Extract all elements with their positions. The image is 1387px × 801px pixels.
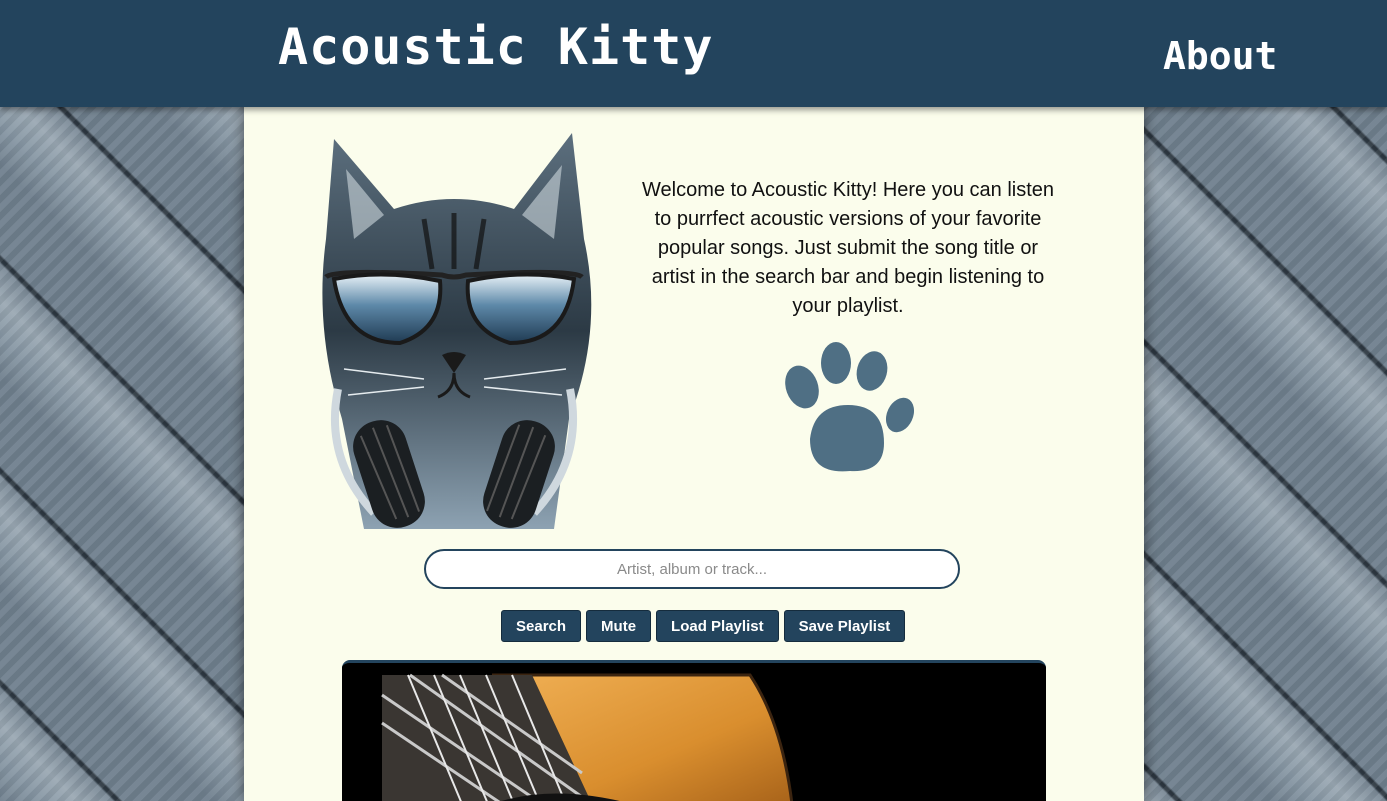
control-buttons: Search Mute Load Playlist Save Playlist [501, 610, 906, 642]
site-title[interactable]: Acoustic Kitty [278, 18, 713, 76]
search-button[interactable]: Search [501, 610, 582, 642]
cat-with-sunglasses-and-headphones-icon [322, 133, 592, 529]
nav-about-link[interactable]: About [1163, 34, 1277, 78]
main-panel: Welcome to Acoustic Kitty! Here you can … [244, 107, 1144, 801]
site-header: Acoustic Kitty About [0, 0, 1387, 107]
welcome-text: Welcome to Acoustic Kitty! Here you can … [641, 179, 1055, 317]
acoustic-guitar-image [342, 663, 1046, 801]
mute-button[interactable]: Mute [586, 610, 652, 642]
search-input[interactable] [424, 549, 960, 589]
save-playlist-button[interactable]: Save Playlist [783, 610, 906, 642]
paw-print-icon [785, 342, 915, 472]
load-playlist-button[interactable]: Load Playlist [656, 610, 779, 642]
player-display [342, 660, 1046, 801]
